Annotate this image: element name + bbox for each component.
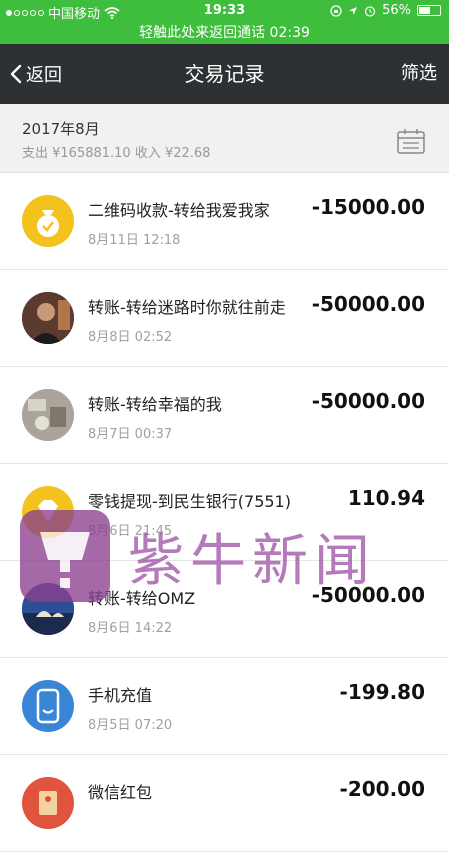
transaction-time: 8月6日 21:45 — [88, 524, 173, 539]
navigation-bar: 返回 交易记录 筛选 — [0, 44, 449, 104]
page-title: 交易记录 — [184, 62, 265, 86]
diamond-icon — [22, 486, 74, 538]
transaction-title: 微信红包 — [88, 783, 153, 802]
battery-percent: 56% — [382, 3, 411, 18]
month-summary: 支出 ¥165881.10 收入 ¥22.68 — [22, 146, 211, 161]
transaction-row[interactable]: 手机充值 8月5日 07:20 -199.80 — [0, 658, 449, 755]
transaction-row[interactable]: 转账-转给迷路时你就往前走 8月8日 02:52 -50000.00 — [0, 270, 449, 367]
phone-icon — [22, 680, 74, 732]
transaction-amount: -15000.00 — [311, 195, 425, 219]
avatar — [22, 583, 74, 635]
transaction-row[interactable]: 转账-转给幸福的我 8月7日 00:37 -50000.00 — [0, 367, 449, 464]
transaction-time: 8月7日 00:37 — [88, 427, 173, 442]
return-to-call-banner[interactable]: 轻触此处来返回通话 02:39 — [0, 22, 449, 44]
status-bar: 中国移动 19:33 56% — [0, 0, 449, 22]
transaction-time: 8月11日 12:18 — [88, 233, 181, 248]
transaction-amount: -199.80 — [339, 680, 425, 704]
transaction-title: 手机充值 — [88, 686, 153, 705]
transaction-amount: -200.00 — [339, 777, 425, 801]
month-header: 2017年8月 支出 ¥165881.10 收入 ¥22.68 — [0, 104, 449, 173]
money-bag-icon — [22, 195, 74, 247]
transaction-time: 8月6日 14:22 — [88, 621, 173, 636]
transaction-amount: -50000.00 — [311, 389, 425, 413]
transaction-row[interactable]: 零钱提现-到民生银行(7551) 8月6日 21:45 110.94 — [0, 464, 449, 561]
calendar-icon[interactable] — [397, 128, 425, 154]
transaction-amount: -50000.00 — [311, 583, 425, 607]
battery-icon — [417, 5, 441, 16]
rotation-lock-icon — [330, 4, 342, 17]
month-label: 2017年8月 — [22, 120, 100, 138]
transaction-title: 转账-转给迷路时你就往前走 — [88, 298, 286, 317]
location-icon — [349, 6, 358, 15]
red-packet-icon — [22, 777, 74, 829]
filter-button[interactable]: 筛选 — [401, 44, 437, 104]
transaction-title: 转账-转给OMZ — [88, 589, 196, 608]
transaction-row[interactable]: 转账-转给OMZ 8月6日 14:22 -50000.00 — [0, 561, 449, 658]
transaction-amount: 110.94 — [347, 486, 425, 510]
transaction-amount: -50000.00 — [311, 292, 425, 316]
transaction-title: 零钱提现-到民生银行(7551) — [88, 492, 291, 511]
transaction-title: 二维码收款-转给我爱我家 — [88, 201, 270, 220]
transaction-list: 二维码收款-转给我爱我家 8月11日 12:18 -15000.00 转账-转给… — [0, 173, 449, 852]
transaction-row[interactable]: 微信红包 -200.00 — [0, 755, 449, 852]
alarm-icon — [364, 5, 376, 17]
transaction-time: 8月8日 02:52 — [88, 330, 173, 345]
avatar — [22, 389, 74, 441]
avatar — [22, 292, 74, 344]
transaction-time: 8月5日 07:20 — [88, 718, 173, 733]
transaction-row[interactable]: 二维码收款-转给我爱我家 8月11日 12:18 -15000.00 — [0, 173, 449, 270]
transaction-title: 转账-转给幸福的我 — [88, 395, 222, 414]
